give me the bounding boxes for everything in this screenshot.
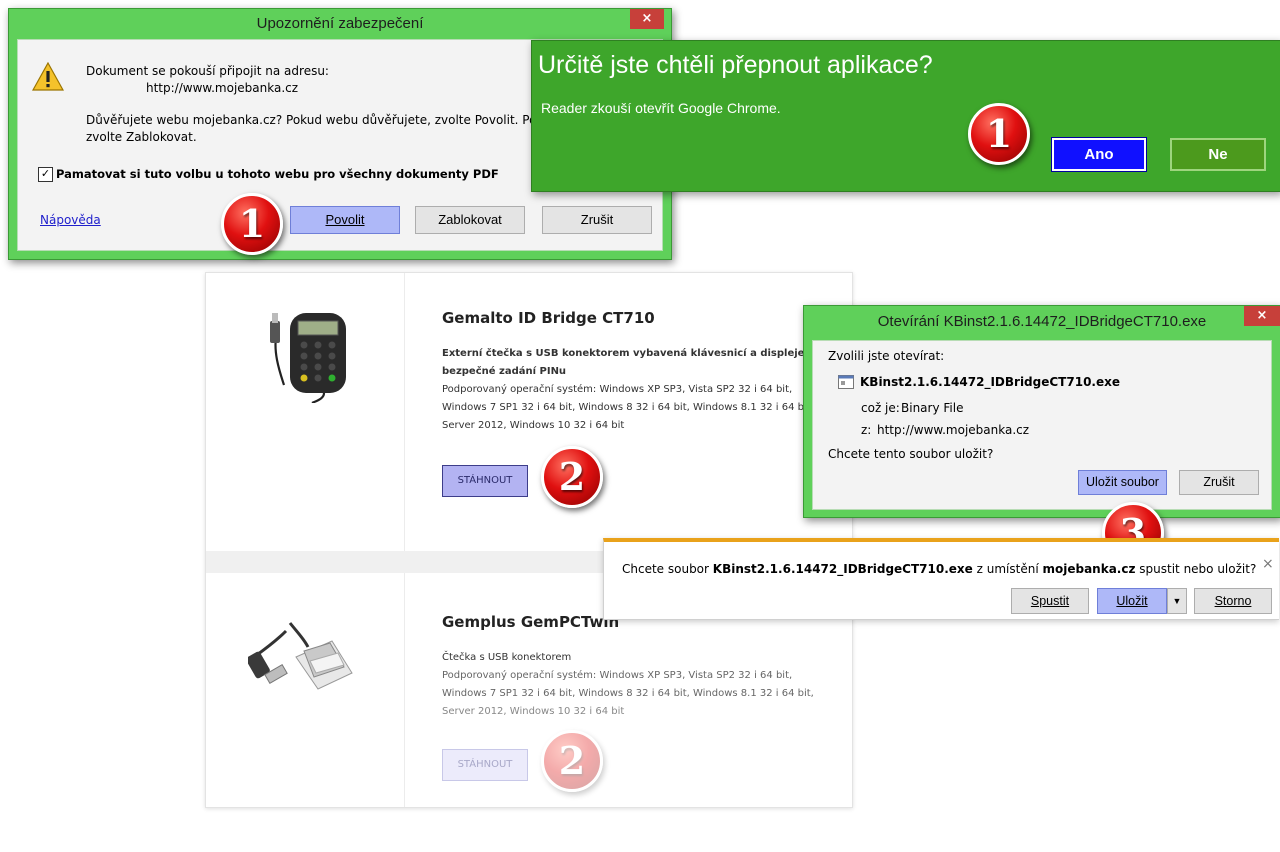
- column-divider-2: [404, 573, 405, 807]
- download-button-1[interactable]: STÁHNOUT: [442, 465, 528, 497]
- open-dialog-title: Otevírání KBinst2.1.6.14472_IDBridgeCT71…: [877, 313, 1207, 330]
- switch-app-message: Reader zkouší otevřít Google Chrome.: [541, 100, 781, 116]
- switch-app-title: Určitě jste chtěli přepnout aplikace?: [538, 51, 933, 79]
- open-dialog-client: Zvolili jste otevírat: KBinst2.1.6.14472…: [812, 340, 1272, 510]
- product-desc-1-line-5: Server 2012, Windows 10 32 i 64 bit: [442, 420, 625, 431]
- block-button[interactable]: Zablokovat: [415, 206, 525, 234]
- product-title-1: Gemalto ID Bridge CT710: [442, 309, 655, 327]
- step-badge-2-faded: 2: [541, 730, 603, 792]
- dialog-title: Upozornění zabezpečení: [256, 15, 424, 32]
- product-desc-2-line-1: Čtečka s USB konektorem: [442, 652, 572, 663]
- step-badge-1b: 1: [968, 103, 1030, 165]
- prompt-prefix: Chcete soubor: [622, 562, 709, 576]
- remember-checkbox-label[interactable]: Pamatovat si tuto volbu u tohoto webu pr…: [56, 167, 499, 181]
- message-line-3: zvolte Zablokovat.: [86, 130, 197, 144]
- type-label: což je:: [861, 401, 900, 415]
- close-button[interactable]: ×: [630, 9, 664, 29]
- save-question: Chcete tento soubor uložit?: [828, 447, 994, 461]
- open-filename: KBinst2.1.6.14472_IDBridgeCT710.exe: [860, 375, 1120, 389]
- switch-app-dialog: Určitě jste chtěli přepnout aplikace? Re…: [531, 40, 1280, 192]
- product-desc-1-line-4: Windows 7 SP1 32 i 64 bit, Windows 8 32 …: [442, 402, 814, 413]
- close-button[interactable]: ×: [1244, 306, 1280, 326]
- message-url: http://www.mojebanka.cz: [146, 81, 299, 95]
- allow-button[interactable]: Povolit: [290, 206, 400, 234]
- help-link[interactable]: Nápověda: [40, 213, 101, 227]
- keypad-reader-image: [270, 313, 346, 403]
- product-desc-1-line-1: Externí čtečka s USB konektorem vybavená…: [442, 348, 838, 359]
- close-icon[interactable]: ×: [1262, 556, 1274, 572]
- save-options-dropdown[interactable]: ▼: [1167, 588, 1187, 614]
- prompt-middle: z umístění: [976, 562, 1039, 576]
- prompt-filename: KBinst2.1.6.14472_IDBridgeCT710.exe: [712, 562, 973, 576]
- prompt-site: mojebanka.cz: [1042, 562, 1136, 576]
- open-intro: Zvolili jste otevírat:: [828, 349, 945, 363]
- cancel-button[interactable]: Zrušit: [542, 206, 652, 234]
- from-label: z:: [861, 423, 872, 437]
- save-button[interactable]: Uložit: [1097, 588, 1167, 614]
- no-button[interactable]: Ne: [1170, 138, 1266, 171]
- prompt-suffix: spustit nebo uložit?: [1139, 562, 1257, 576]
- product-desc-1-line-3: Podporovaný operační systém: Windows XP …: [442, 384, 793, 395]
- message-line-1: Dokument se pokouší připojit na adresu:: [86, 64, 329, 78]
- download-notification-bar: Chcete soubor KBinst2.1.6.14472_IDBridge…: [603, 538, 1279, 620]
- message-line-2: Důvěřujete webu mojebanka.cz? Pokud webu…: [86, 113, 572, 127]
- product-desc-2-line-2: Podporovaný operační systém: Windows XP …: [442, 670, 793, 681]
- download-prompt: Chcete soubor KBinst2.1.6.14472_IDBridge…: [622, 562, 1256, 576]
- warning-icon: [32, 62, 64, 91]
- product-desc-2-line-3: Windows 7 SP1 32 i 64 bit, Windows 8 32 …: [442, 688, 814, 699]
- save-file-button[interactable]: Uložit soubor: [1078, 470, 1167, 495]
- remember-checkbox[interactable]: ✓: [38, 167, 53, 182]
- from-value: http://www.mojebanka.cz: [877, 423, 1030, 437]
- usb-reader-image: [248, 622, 353, 690]
- open-file-dialog: Otevírání KBinst2.1.6.14472_IDBridgeCT71…: [803, 305, 1280, 518]
- type-value: Binary File: [901, 401, 964, 415]
- cancel-button[interactable]: Storno: [1194, 588, 1272, 614]
- download-button-2[interactable]: STÁHNOUT: [442, 749, 528, 781]
- product-desc-2-line-4: Server 2012, Windows 10 32 i 64 bit: [442, 706, 625, 717]
- product-desc-1-line-2: bezpečné zadání PINu: [442, 366, 567, 377]
- cancel-button[interactable]: Zrušit: [1179, 470, 1259, 495]
- step-badge-1: 1: [221, 193, 283, 255]
- run-button[interactable]: Spustit: [1011, 588, 1089, 614]
- step-badge-2: 2: [541, 446, 603, 508]
- product-title-2: Gemplus GemPCTwin: [442, 613, 620, 631]
- yes-button[interactable]: Ano: [1051, 137, 1147, 172]
- column-divider: [404, 273, 405, 551]
- exe-file-icon: [838, 375, 854, 389]
